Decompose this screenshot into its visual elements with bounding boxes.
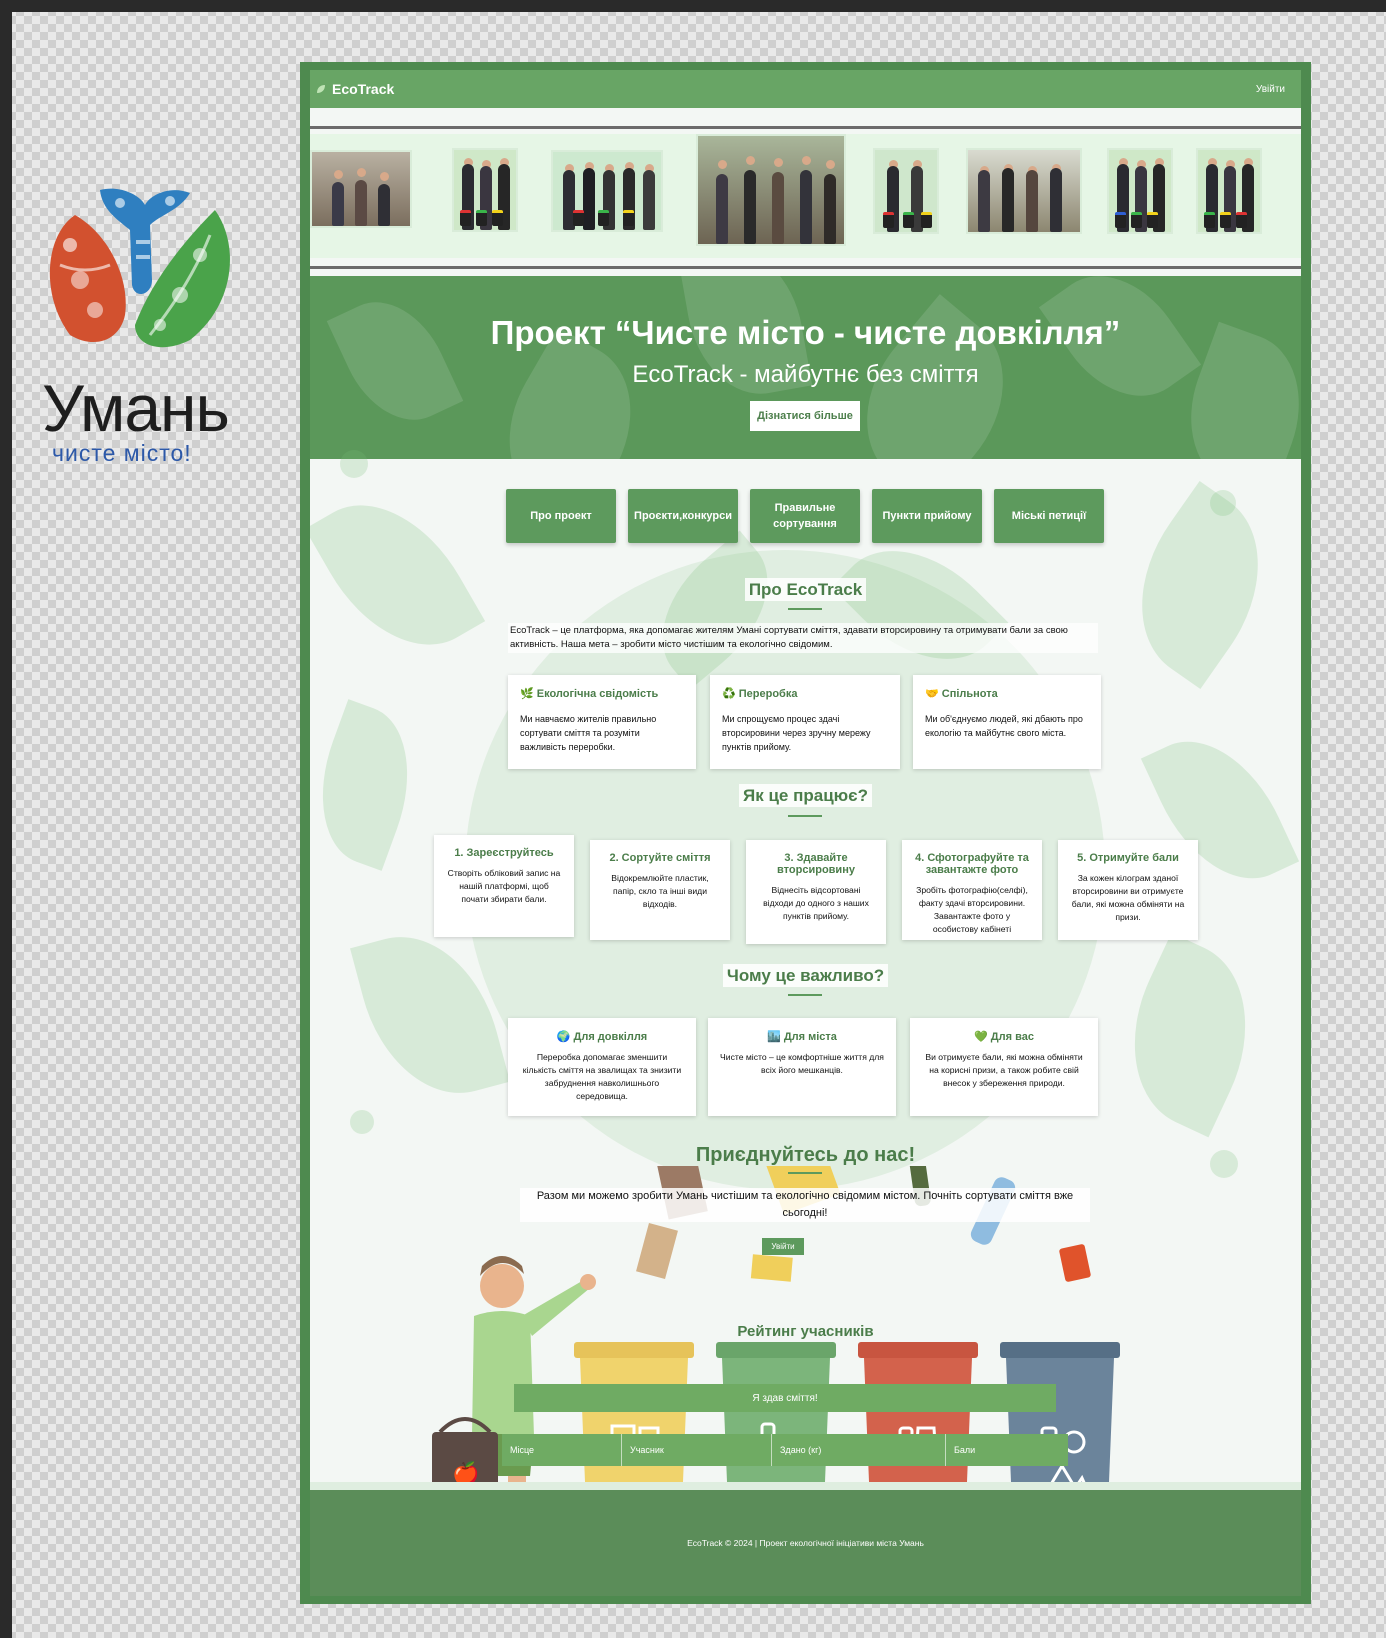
divider xyxy=(310,266,1301,269)
website-mockup-frame: EcoTrack Увійти Проект “Чисте місто - чи… xyxy=(300,62,1311,1604)
join-login-button[interactable]: Увійти xyxy=(762,1238,804,1255)
gallery-photo[interactable] xyxy=(966,148,1082,234)
how-title: Як це працює? xyxy=(310,784,1301,807)
background-dot xyxy=(340,450,368,478)
column-participant[interactable]: Учасник xyxy=(622,1434,772,1466)
about-card-title: 🤝 Спільнота xyxy=(925,688,998,700)
step-text: Віднесіть відсортовані відходи до одного… xyxy=(763,885,869,921)
step-text: Зробіть фотографію(селфі), факту здачі в… xyxy=(916,885,1028,934)
step-title: 5. Отримуйте бали xyxy=(1077,852,1179,864)
why-title-underline xyxy=(788,994,822,996)
step-card: 1. Зареєструйтесь Створіть обліковий зап… xyxy=(434,835,574,937)
about-card-title: 🌿 Екологічна свідомість xyxy=(520,688,659,700)
why-card: 💚 Для вас Ви отримуєте бали, які можна о… xyxy=(910,1018,1098,1116)
background-dot xyxy=(350,1110,374,1134)
background-leaf xyxy=(310,473,486,677)
step-title: 1. Зареєструйтесь xyxy=(454,847,554,859)
menu-about-button[interactable]: Про проект xyxy=(506,489,616,543)
about-title-underline xyxy=(788,608,822,610)
uman-logo: Умань чисте місто! xyxy=(40,185,250,475)
about-title: Про EcoTrack xyxy=(310,578,1301,601)
divider xyxy=(310,126,1301,129)
gallery-photo[interactable] xyxy=(1107,148,1173,234)
step-title: 2. Сортуйте сміття xyxy=(609,852,711,864)
navbar: EcoTrack Увійти xyxy=(310,70,1301,108)
why-card-title: 🏙️ Для міста xyxy=(767,1031,837,1043)
join-title-underline xyxy=(788,1172,822,1174)
nav-login-link[interactable]: Увійти xyxy=(1256,84,1285,95)
brand[interactable]: EcoTrack xyxy=(316,81,394,97)
why-card-title: 💚 Для вас xyxy=(974,1031,1034,1043)
step-card: 2. Сортуйте сміття Відокремлюйте пластик… xyxy=(590,840,730,940)
step-text: Створіть обліковий запис на нашій платфо… xyxy=(447,868,561,904)
join-text: Разом ми можемо зробити Умань чистішим т… xyxy=(520,1188,1090,1222)
gallery-photo[interactable] xyxy=(696,134,846,246)
photo-gallery[interactable] xyxy=(310,134,1301,258)
footer: EcoTrack © 2024 | Проект екологічної іні… xyxy=(310,1490,1301,1596)
about-card: ♻️ Переробка Ми спрощуємо процес здачі в… xyxy=(710,675,900,769)
background-leaf xyxy=(310,699,433,871)
step-title: 3. Здавайте вторсировину xyxy=(777,852,855,876)
column-points[interactable]: Бали xyxy=(946,1434,1068,1466)
brand-name: EcoTrack xyxy=(332,81,395,97)
footer-divider xyxy=(310,1482,1301,1490)
about-card-title: ♻️ Переробка xyxy=(722,688,798,700)
menu-sorting-button[interactable]: Правильне сортування xyxy=(750,489,860,543)
about-card-text: Ми об'єднуємо людей, які дбають про екол… xyxy=(925,714,1083,738)
about-description: EcoTrack – це платформа, яка допомагає ж… xyxy=(508,623,1098,653)
step-card: 3. Здавайте вторсировину Віднесіть відсо… xyxy=(746,840,886,944)
step-card: 4. Сфотографуйте та завантажте фото Зроб… xyxy=(902,840,1042,940)
why-card-title: 🌍 Для довкілля xyxy=(556,1031,648,1043)
gallery-photo[interactable] xyxy=(551,150,663,232)
uman-emblem-icon xyxy=(49,188,230,348)
why-card: 🏙️ Для міста Чисте місто – це комфортніш… xyxy=(708,1018,896,1116)
about-card-text: Ми спрощуємо процес здачі вторсировини ч… xyxy=(722,714,871,752)
hero-subtitle: EcoTrack - майбутнє без сміття xyxy=(632,361,979,388)
gallery-photo[interactable] xyxy=(452,148,518,232)
hero-title: Проект “Чисте місто - чисте довкілля” xyxy=(490,314,1121,351)
step-text: Відокремлюйте пластик, папір, скло та ін… xyxy=(611,873,709,909)
rating-table-header: Місце Учасник Здано (кг) Бали xyxy=(502,1434,1068,1466)
menu-petitions-button[interactable]: Міські петиції xyxy=(994,489,1104,543)
why-card-text: Ви отримуєте бали, які можна обміняти на… xyxy=(925,1052,1083,1088)
why-card: 🌍 Для довкілля Переробка допомагає зменш… xyxy=(508,1018,696,1116)
why-title: Чому це важливо? xyxy=(310,964,1301,987)
step-title: 4. Сфотографуйте та завантажте фото xyxy=(915,852,1029,876)
window-top-border xyxy=(0,0,1386,12)
about-card: 🌿 Екологічна свідомість Ми навчаємо жите… xyxy=(508,675,696,769)
gallery-photo[interactable] xyxy=(310,150,412,228)
background-dot xyxy=(1210,490,1236,516)
rating-title: Рейтинг учасників xyxy=(737,1323,874,1340)
why-card-text: Переробка допомагає зменшити кількість с… xyxy=(522,1052,682,1101)
step-card: 5. Отримуйте бали За кожен кілограм здан… xyxy=(1058,840,1198,940)
how-title-underline xyxy=(788,815,822,817)
footer-text: EcoTrack © 2024 | Проект екологічної іні… xyxy=(687,1538,924,1548)
logo-subtitle: чисте місто! xyxy=(52,440,192,466)
menu-projects-button[interactable]: Проєкти,конкурси xyxy=(628,489,738,543)
logo-title: Умань xyxy=(42,371,230,445)
i-handed-waste-button[interactable]: Я здав сміття! xyxy=(514,1384,1056,1412)
website-page: EcoTrack Увійти Проект “Чисте місто - чи… xyxy=(310,70,1301,1596)
why-card-text: Чисте місто – це комфортніше життя для в… xyxy=(720,1052,884,1075)
join-title: Приєднуйтесь до нас! xyxy=(695,1144,916,1166)
step-text: За кожен кілограм зданої вторсировини ви… xyxy=(1071,873,1185,922)
menu-collection-points-button[interactable]: Пункти прийому xyxy=(872,489,982,543)
about-card: 🤝 Спільнота Ми об'єднуємо людей, які дба… xyxy=(913,675,1101,769)
column-place[interactable]: Місце xyxy=(502,1434,622,1466)
learn-more-button[interactable]: Дізнатися більше xyxy=(750,401,860,431)
gallery-photo[interactable] xyxy=(873,148,939,234)
about-card-text: Ми навчаємо жителів правильно сортувати … xyxy=(520,714,657,752)
leaf-icon xyxy=(317,85,325,93)
window-left-border xyxy=(0,0,12,1638)
hero-section: Проект “Чисте місто - чисте довкілля” Ec… xyxy=(310,276,1301,459)
background-leaf xyxy=(1099,932,1281,1138)
gallery-photo[interactable] xyxy=(1196,148,1262,234)
column-handed-kg[interactable]: Здано (кг) xyxy=(772,1434,946,1466)
